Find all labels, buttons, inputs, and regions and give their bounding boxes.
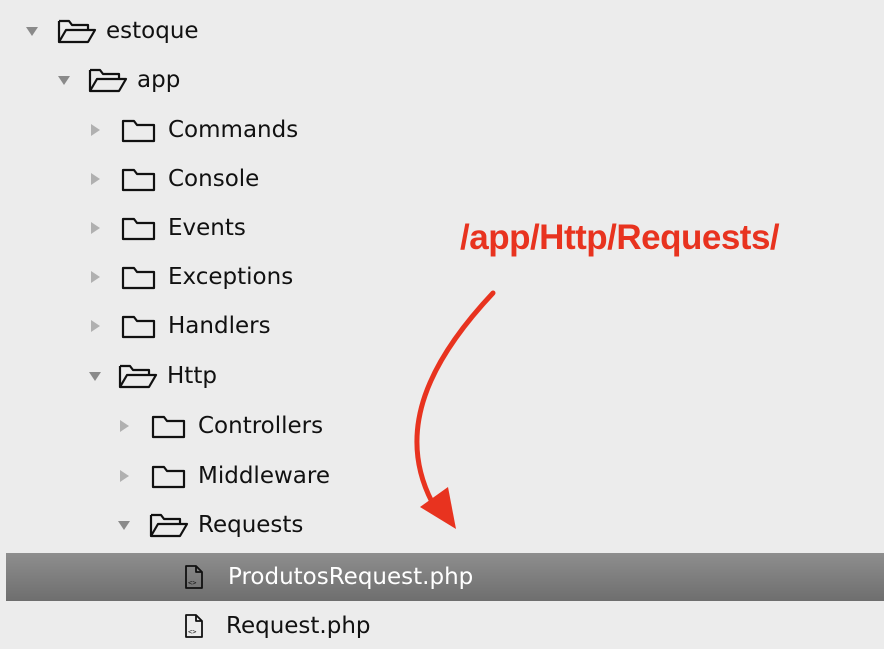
tree-item-label: Middleware — [198, 462, 330, 489]
open-folder-icon — [57, 19, 97, 43]
folder-icon — [121, 266, 156, 289]
open-folder-icon — [118, 364, 158, 388]
folder-icon — [121, 168, 156, 191]
tree-item-handlers[interactable]: Handlers — [0, 301, 884, 350]
collapsed-triangle-icon[interactable] — [88, 123, 102, 137]
collapsed-triangle-icon[interactable] — [88, 172, 102, 186]
tree-item-request-php[interactable]: <> Request.php — [0, 602, 884, 649]
expanded-triangle-icon[interactable] — [88, 369, 102, 383]
tree-item-exceptions[interactable]: Exceptions — [0, 252, 884, 301]
tree-item-label: Exceptions — [168, 263, 294, 290]
open-folder-icon — [88, 68, 128, 92]
tree-item-label: Commands — [168, 116, 299, 143]
tree-item-label: Requests — [198, 511, 304, 538]
collapsed-triangle-icon[interactable] — [88, 270, 102, 284]
tree-item-produtosrequest-php[interactable]: <> ProdutosRequest.php — [6, 553, 884, 601]
project-file-tree: estoque app Commands Console Events Exce… — [0, 0, 884, 649]
folder-icon — [121, 119, 156, 142]
svg-text:<>: <> — [188, 628, 196, 636]
tree-item-label: Console — [168, 165, 260, 192]
folder-icon — [121, 217, 156, 240]
tree-item-label: estoque — [106, 17, 199, 44]
php-file-icon: <> — [185, 565, 203, 589]
expanded-triangle-icon[interactable] — [57, 73, 71, 87]
tree-item-label: ProdutosRequest.php — [228, 564, 474, 590]
tree-item-estoque[interactable]: estoque — [0, 6, 884, 55]
tree-item-console[interactable]: Console — [0, 154, 884, 203]
collapsed-triangle-icon[interactable] — [117, 469, 131, 483]
folder-icon — [121, 315, 156, 338]
tree-item-label: Http — [167, 362, 217, 389]
collapsed-triangle-icon[interactable] — [117, 419, 131, 433]
svg-text:<>: <> — [188, 579, 196, 587]
expanded-triangle-icon[interactable] — [117, 518, 131, 532]
tree-item-label: Controllers — [198, 412, 324, 439]
tree-item-label: Events — [168, 214, 246, 241]
folder-icon — [151, 415, 186, 438]
open-folder-icon — [149, 513, 189, 537]
tree-item-label: Handlers — [168, 312, 271, 339]
tree-item-requests[interactable]: Requests — [0, 500, 884, 549]
folder-icon — [151, 465, 186, 488]
php-file-icon: <> — [185, 613, 203, 638]
tree-item-label: Request.php — [226, 612, 371, 639]
collapsed-triangle-icon[interactable] — [88, 319, 102, 333]
tree-item-middleware[interactable]: Middleware — [0, 451, 884, 500]
collapsed-triangle-icon[interactable] — [88, 221, 102, 235]
tree-item-http[interactable]: Http — [0, 351, 884, 400]
expanded-triangle-icon[interactable] — [25, 24, 39, 38]
tree-item-commands[interactable]: Commands — [0, 105, 884, 154]
tree-item-app[interactable]: app — [0, 55, 884, 104]
tree-item-label: app — [137, 66, 181, 93]
tree-item-controllers[interactable]: Controllers — [0, 401, 884, 450]
path-annotation: /app/Http/Requests/ — [460, 218, 780, 257]
